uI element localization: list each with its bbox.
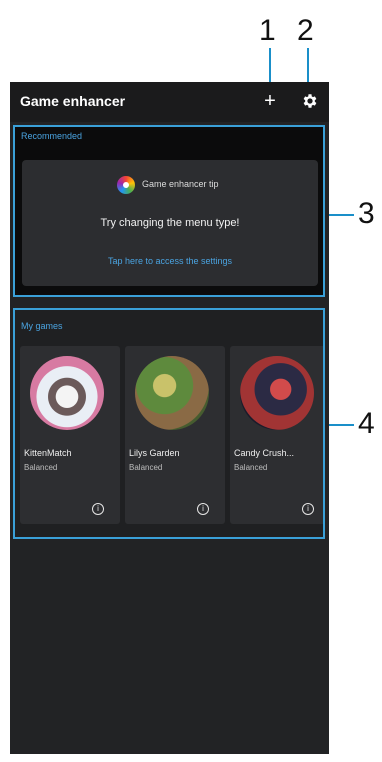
- game-mode: Balanced: [24, 463, 58, 472]
- info-icon[interactable]: i: [197, 503, 209, 515]
- info-icon[interactable]: i: [92, 503, 104, 515]
- game-card[interactable]: Lilys Garden Balanced i: [125, 346, 225, 524]
- app-title: Game enhancer: [20, 93, 126, 109]
- callout-number-2: 2: [297, 14, 314, 47]
- game-thumbnail: [240, 356, 314, 430]
- tip-card[interactable]: Game enhancer tip Try changing the menu …: [22, 160, 318, 286]
- plus-icon[interactable]: +: [260, 91, 280, 111]
- my-games-section: My games KittenMatch Balanced i Lilys Ga…: [13, 308, 325, 539]
- app-bar: Game enhancer +: [10, 82, 329, 122]
- gear-icon[interactable]: [301, 92, 319, 110]
- settings-link[interactable]: Tap here to access the settings: [22, 256, 318, 266]
- my-games-label: My games: [21, 321, 63, 331]
- game-card[interactable]: KittenMatch Balanced i: [20, 346, 120, 524]
- callout-number-4: 4: [358, 407, 375, 440]
- games-row: KittenMatch Balanced i Lilys Garden Bala…: [20, 346, 323, 526]
- info-icon[interactable]: i: [302, 503, 314, 515]
- game-mode: Balanced: [129, 463, 163, 472]
- tip-text: Try changing the menu type!: [100, 217, 240, 229]
- game-name: KittenMatch: [24, 448, 72, 458]
- callout-line-3: [326, 214, 354, 216]
- callout-line-4: [326, 424, 354, 426]
- game-mode: Balanced: [234, 463, 268, 472]
- recommended-section: Recommended Game enhancer tip Try changi…: [13, 125, 325, 297]
- game-name: Lilys Garden: [129, 448, 180, 458]
- game-card[interactable]: Candy Crush... Balanced i: [230, 346, 323, 524]
- game-thumbnail: [135, 356, 209, 430]
- recommended-label: Recommended: [21, 131, 83, 141]
- callout-number-3: 3: [358, 197, 375, 230]
- game-thumbnail: [30, 356, 104, 430]
- tip-title: Game enhancer tip: [142, 179, 219, 189]
- game-enhancer-icon: [117, 176, 135, 194]
- callout-number-1: 1: [259, 14, 276, 47]
- phone-screen: Game enhancer + Recommended Game enhance…: [10, 82, 329, 754]
- game-name: Candy Crush...: [234, 448, 295, 458]
